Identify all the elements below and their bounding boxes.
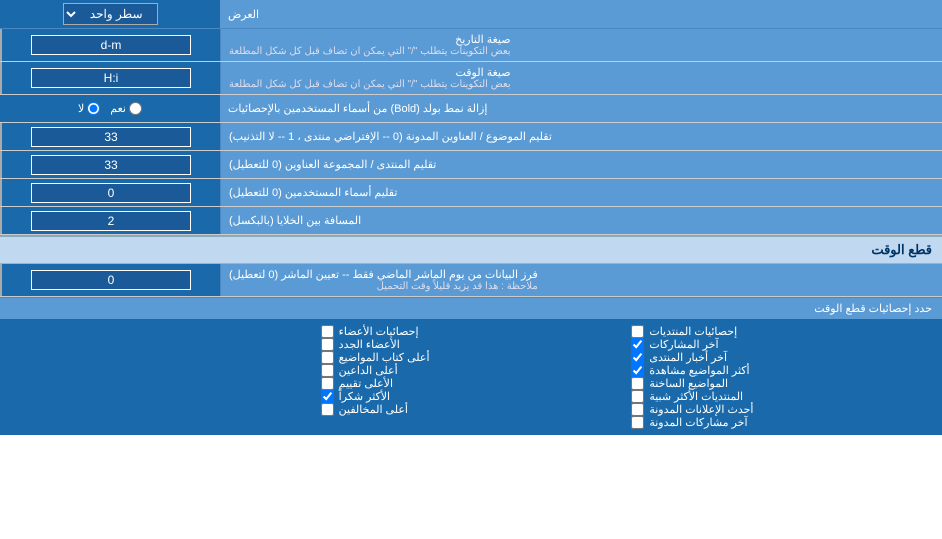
- cb-item-7: آخر مشاركات المدونة: [631, 416, 932, 429]
- cb-member-6: أعلى المخالفين: [321, 403, 622, 416]
- checkboxes-grid: إحصائيات المنتديات آخر المشاركات آخر أخب…: [0, 319, 942, 435]
- cb-hot-topics[interactable]: [631, 377, 644, 390]
- bold-no-radio[interactable]: [87, 102, 100, 115]
- cell-spacing-input[interactable]: [31, 211, 191, 231]
- cb-item-2: آخر أخبار المنتدى: [631, 351, 932, 364]
- usernames-row: تقليم أسماء المستخدمين (0 للتعطيل): [0, 179, 942, 207]
- display-row: العرض سطر واحد: [0, 0, 942, 29]
- cb-member-stats[interactable]: [321, 325, 334, 338]
- usernames-input[interactable]: [31, 183, 191, 203]
- cb-last-blog-posts[interactable]: [631, 416, 644, 429]
- cb-top-rated[interactable]: [321, 377, 334, 390]
- cb-last-posts[interactable]: [631, 338, 644, 351]
- date-format-label: صيغة التاريخ بعض التكوينات يتطلب "/" الت…: [220, 29, 942, 61]
- bold-remove-label: إزالة نمط بولد (Bold) من أسماء المستخدمي…: [220, 95, 942, 122]
- cb-item-0: إحصائيات المنتديات: [631, 325, 932, 338]
- checkbox-col-members: إحصائيات الأعضاء الأعضاء الجدد أعلى كتاب…: [321, 325, 622, 429]
- realtime-filter-label: فرز البيانات من يوم الماشر الماضي فقط --…: [220, 264, 942, 296]
- display-select-cell: سطر واحد: [0, 0, 220, 28]
- cb-member-2: أعلى كتاب المواضيع: [321, 351, 622, 364]
- cb-most-viewed[interactable]: [631, 364, 644, 377]
- time-format-row: صيغة الوقت بعض التكوينات يتطلب "/" التي …: [0, 62, 942, 95]
- bold-remove-row: إزالة نمط بولد (Bold) من أسماء المستخدمي…: [0, 95, 942, 123]
- topic-address-row: تقليم الموضوع / العناوين المدونة (0 -- ا…: [0, 123, 942, 151]
- display-label: العرض: [220, 0, 942, 28]
- cb-member-5: الأكثر شكراً: [321, 390, 622, 403]
- checkbox-col-forums: إحصائيات المنتديات آخر المشاركات آخر أخب…: [631, 325, 932, 429]
- realtime-section-header: قطع الوقت: [0, 235, 942, 264]
- cb-item-5: المنتديات الأكثر شبية: [631, 390, 932, 403]
- forum-address-input[interactable]: [31, 155, 191, 175]
- cb-item-1: آخر المشاركات: [631, 338, 932, 351]
- cb-member-3: أعلى الداعين: [321, 364, 622, 377]
- cb-top-inviters[interactable]: [321, 364, 334, 377]
- date-format-row: صيغة التاريخ بعض التكوينات يتطلب "/" الت…: [0, 29, 942, 62]
- usernames-label: تقليم أسماء المستخدمين (0 للتعطيل): [220, 179, 942, 206]
- checkbox-col-extra: [10, 325, 311, 429]
- cb-member-0: إحصائيات الأعضاء: [321, 325, 622, 338]
- cell-spacing-input-cell: [0, 207, 220, 234]
- cb-item-6: أحدث الإعلانات المدونة: [631, 403, 932, 416]
- cb-member-1: الأعضاء الجدد: [321, 338, 622, 351]
- cb-new-members[interactable]: [321, 338, 334, 351]
- stats-title: حدد إحصائيات قطع الوقت: [0, 297, 942, 319]
- cb-top-writers[interactable]: [321, 351, 334, 364]
- cb-top-violators[interactable]: [321, 403, 334, 416]
- cb-last-news[interactable]: [631, 351, 644, 364]
- forum-address-row: تقليم المنتدى / المجموعة العناوين (0 للت…: [0, 151, 942, 179]
- cell-spacing-label: المسافة بين الخلايا (بالبكسل): [220, 207, 942, 234]
- topic-address-input-cell: [0, 123, 220, 150]
- forum-address-input-cell: [0, 151, 220, 178]
- main-container: العرض سطر واحد صيغة التاريخ بعض التكوينا…: [0, 0, 942, 435]
- cb-item-3: أكثر المواضيع مشاهدة: [631, 364, 932, 377]
- time-format-input-cell: [0, 62, 220, 94]
- date-format-input[interactable]: [31, 35, 191, 55]
- realtime-filter-row: فرز البيانات من يوم الماشر الماضي فقط --…: [0, 264, 942, 297]
- cb-latest-announcements[interactable]: [631, 403, 644, 416]
- cb-item-4: المواضيع الساخنة: [631, 377, 932, 390]
- bold-yes-radio[interactable]: [129, 102, 142, 115]
- cb-most-thanked[interactable]: [321, 390, 334, 403]
- time-format-input[interactable]: [31, 68, 191, 88]
- topic-address-input[interactable]: [31, 127, 191, 147]
- realtime-filter-input-cell: [0, 264, 220, 296]
- usernames-input-cell: [0, 179, 220, 206]
- bold-remove-options: نعم لا: [0, 95, 220, 122]
- cb-forum-stats[interactable]: [631, 325, 644, 338]
- display-select[interactable]: سطر واحد: [63, 3, 158, 25]
- topic-address-label: تقليم الموضوع / العناوين المدونة (0 -- ا…: [220, 123, 942, 150]
- time-format-label: صيغة الوقت بعض التكوينات يتطلب "/" التي …: [220, 62, 942, 94]
- cb-most-popular-forums[interactable]: [631, 390, 644, 403]
- realtime-filter-input[interactable]: [31, 270, 191, 290]
- bold-no-label: لا: [78, 102, 100, 115]
- cell-spacing-row: المسافة بين الخلايا (بالبكسل): [0, 207, 942, 235]
- cb-member-4: الأعلى تقييم: [321, 377, 622, 390]
- forum-address-label: تقليم المنتدى / المجموعة العناوين (0 للت…: [220, 151, 942, 178]
- bold-yes-label: نعم: [110, 102, 142, 115]
- date-format-input-cell: [0, 29, 220, 61]
